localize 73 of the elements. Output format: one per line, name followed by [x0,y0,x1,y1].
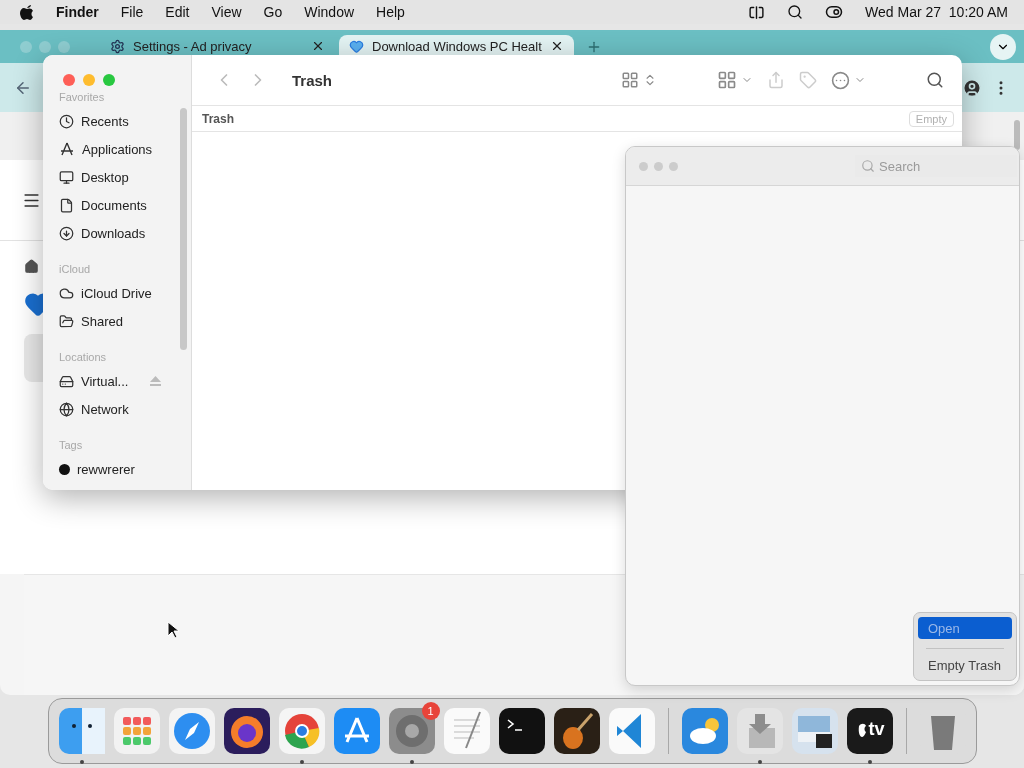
pointer-icon [167,621,179,639]
preview-app-icon[interactable] [791,708,838,754]
clock[interactable]: Wed Mar 27 10:20 AM [865,4,1008,20]
sidebar-heading: Locations [59,351,108,363]
sidebar-item[interactable]: Network [81,401,129,417]
browser-tab[interactable]: Settings - Ad privacy [100,35,335,57]
weather-app-icon[interactable] [681,708,728,754]
home-icon[interactable] [24,259,39,274]
clock-icon [59,113,74,129]
close-button[interactable] [63,74,75,86]
settings-icon [110,38,125,54]
desktop-icon [59,169,74,185]
sidebar-item[interactable]: Documents [81,197,147,213]
window-title: Trash [292,71,334,89]
cloud-icon [59,285,74,301]
tv-app-icon[interactable] [846,708,893,754]
eject-icon[interactable] [150,376,161,386]
a-shape-icon [59,141,75,157]
menu-item[interactable]: File [120,4,144,20]
sidebar-item[interactable]: Downloads [81,225,146,241]
search-icon[interactable] [926,71,944,89]
globe-icon [59,401,74,417]
sidebar-item[interactable]: Recents [81,113,129,129]
menu-item[interactable]: View [211,4,242,20]
browser-tab[interactable]: Download Windows PC Healt [339,35,574,57]
grid-view-icon[interactable] [621,71,639,89]
heart-icon [349,38,364,54]
sidebar-heading: Favorites [59,91,106,103]
safari-app-icon[interactable] [168,708,215,754]
apple-logo-icon[interactable] [20,4,34,20]
sidebar-item[interactable]: Desktop [81,169,129,185]
sidebar-heading: iCloud [59,263,92,275]
appstore-app-icon[interactable] [333,708,380,754]
textedit-app-icon[interactable] [443,708,490,754]
guitar-app-icon[interactable] [553,708,600,754]
firefox-app-icon[interactable] [223,708,270,754]
sidebar-item[interactable]: Shared [81,313,123,329]
document-icon [59,197,74,213]
control-center-icon[interactable] [825,3,844,21]
downloads-app-icon[interactable] [736,708,783,754]
menu-item[interactable]: Edit [165,4,190,20]
sidebar-item[interactable]: rewwrerer [77,461,135,477]
group-icon[interactable] [717,70,737,90]
tab-search-button[interactable] [990,33,1016,60]
menu-item[interactable]: Empty Trash [918,654,1012,676]
close-icon[interactable] [550,39,564,53]
download-icon [59,225,74,241]
search-icon [861,159,875,173]
app-menu[interactable]: Finder [56,4,99,20]
menu-item[interactable]: Help [376,4,405,20]
vscode-app-icon[interactable] [608,708,655,754]
close-icon[interactable] [311,39,325,53]
path-label: Trash [202,111,234,126]
sidebar-item[interactable]: Applications [82,141,153,157]
menu-item[interactable]: Window [304,4,355,20]
scrollbar-thumb[interactable] [1014,120,1020,150]
finder-app-icon[interactable] [58,708,105,754]
search-icon[interactable] [787,4,804,20]
profile-icon[interactable] [962,77,982,98]
windows-icon[interactable] [748,3,766,21]
launchpad-app-icon[interactable] [113,708,160,754]
sidebar-scrollbar[interactable] [180,108,187,350]
zoom-button[interactable] [103,74,115,86]
chrome-app-icon[interactable] [278,708,325,754]
folder-icon [59,313,74,329]
notification-badge: 1 [421,702,440,720]
tv-label: tv [868,719,885,740]
settings-app-icon[interactable] [388,708,435,754]
terminal-app-icon[interactable] [498,708,545,754]
sidebar-item[interactable]: Virtual... [81,373,129,389]
sidebar-item[interactable]: iCloud Drive [81,285,152,301]
menu-item[interactable]: Go [263,4,283,20]
sidebar-heading: Tags [59,439,84,451]
